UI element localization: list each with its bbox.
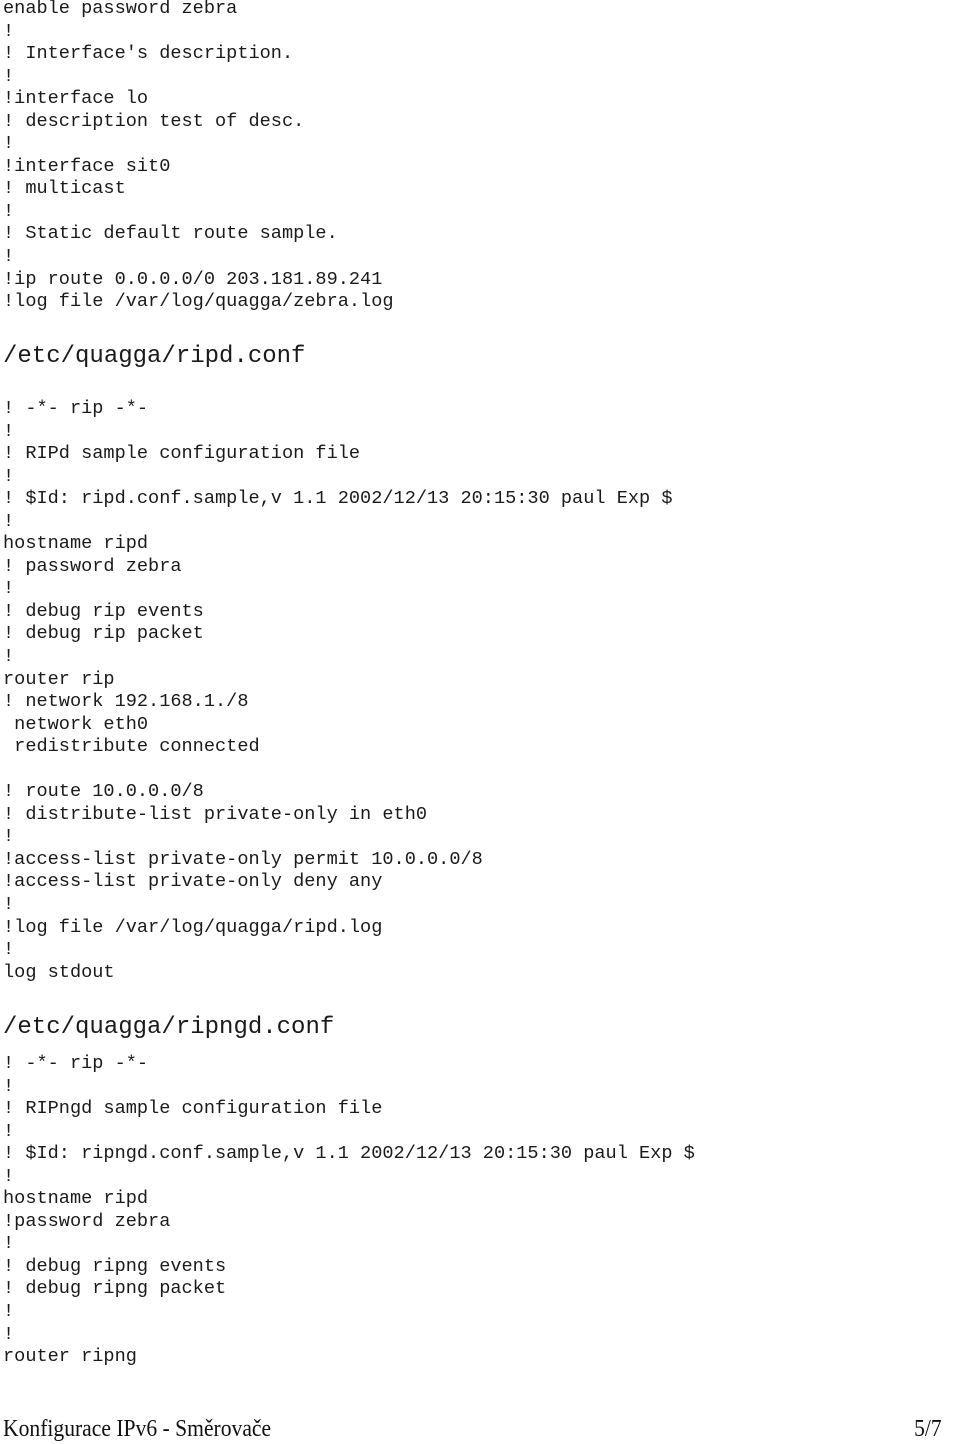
config-line: ! <box>3 133 15 155</box>
config-line: ! <box>3 578 15 600</box>
config-line: ! <box>3 1120 15 1142</box>
config-line: ! <box>3 510 15 532</box>
config-line: !log file /var/log/quagga/ripd.log <box>3 916 383 938</box>
config-line: router ripng <box>3 1346 137 1368</box>
config-line: ! <box>3 65 15 87</box>
config-line: ! <box>3 1323 15 1345</box>
document-page: enable password zebra!! Interface's desc… <box>0 0 960 1444</box>
config-line: ! <box>3 894 15 916</box>
config-line: ! debug rip packet <box>3 623 204 645</box>
config-line: !interface lo <box>3 88 149 110</box>
config-line: ! -*- rip -*- <box>3 398 149 419</box>
config-line <box>3 759 672 782</box>
config-line: ! <box>3 1301 15 1323</box>
config-line: !access-list private-only permit 10.0.0.… <box>3 848 483 870</box>
config-line: ! RIPd sample configuration file <box>3 443 361 465</box>
config-line: ! <box>3 1233 15 1255</box>
config-line: !password zebra <box>3 1210 171 1232</box>
ripd-conf-block: ! -*- rip -*-!! RIPd sample configuratio… <box>3 398 672 984</box>
zebra-conf-block: enable password zebra!! Interface's desc… <box>3 0 394 314</box>
ripngd-conf-heading: /etc/quagga/ripngd.conf <box>3 1014 335 1041</box>
page-number: 5/7 <box>914 1415 942 1442</box>
config-line: ! $Id: ripngd.conf.sample,v 1.1 2002/12/… <box>3 1143 695 1165</box>
config-line: ! debug ripng events <box>3 1255 227 1277</box>
config-line: ! $Id: ripd.conf.sample,v 1.1 2002/12/13… <box>3 488 673 510</box>
config-line: router rip <box>3 668 115 690</box>
config-line: ! <box>3 1075 15 1097</box>
config-line: log stdout <box>3 961 115 983</box>
config-line: ! debug ripng packet <box>3 1278 227 1300</box>
config-line: ! <box>3 826 15 848</box>
config-line: enable password zebra <box>3 0 238 19</box>
config-line: ! Static default route sample. <box>3 223 338 245</box>
config-line: ! <box>3 646 15 668</box>
config-line: ! <box>3 20 15 42</box>
config-line: ! Interface's description. <box>3 43 294 65</box>
config-line: network eth0 <box>3 713 149 735</box>
footer-title: Konfigurace IPv6 - Směrovače <box>3 1415 272 1442</box>
config-line: ! multicast <box>3 178 126 200</box>
config-line: ! <box>3 939 15 961</box>
config-line: !access-list private-only deny any <box>3 871 383 893</box>
ripd-conf-heading: /etc/quagga/ripd.conf <box>3 343 306 370</box>
config-line: redistribute connected <box>3 736 260 758</box>
config-line: ! <box>3 420 15 442</box>
page-footer: Konfigurace IPv6 - Směrovače 5/7 <box>3 1414 942 1444</box>
config-line: !log file /var/log/quagga/zebra.log <box>3 291 394 313</box>
config-line: ! -*- rip -*- <box>3 1053 149 1074</box>
config-line: hostname ripd <box>3 1188 149 1210</box>
config-line: !ip route 0.0.0.0/0 203.181.89.241 <box>3 268 383 290</box>
config-line: ! RIPngd sample configuration file <box>3 1098 383 1120</box>
config-line: ! distribute-list private-only in eth0 <box>3 803 428 825</box>
config-line: ! <box>3 246 15 268</box>
config-line: hostname ripd <box>3 533 149 555</box>
config-line: ! <box>3 1165 15 1187</box>
ripngd-conf-block: ! -*- rip -*-!! RIPngd sample configurat… <box>3 1053 695 1369</box>
config-line: ! password zebra <box>3 555 182 577</box>
config-line: !interface sit0 <box>3 155 171 177</box>
config-line: ! <box>3 200 15 222</box>
config-line: ! route 10.0.0.0/8 <box>3 781 204 803</box>
config-line: ! debug rip events <box>3 600 204 622</box>
config-line: ! <box>3 465 15 487</box>
config-line: ! network 192.168.1./8 <box>3 691 249 713</box>
config-line: ! description test of desc. <box>3 110 305 132</box>
